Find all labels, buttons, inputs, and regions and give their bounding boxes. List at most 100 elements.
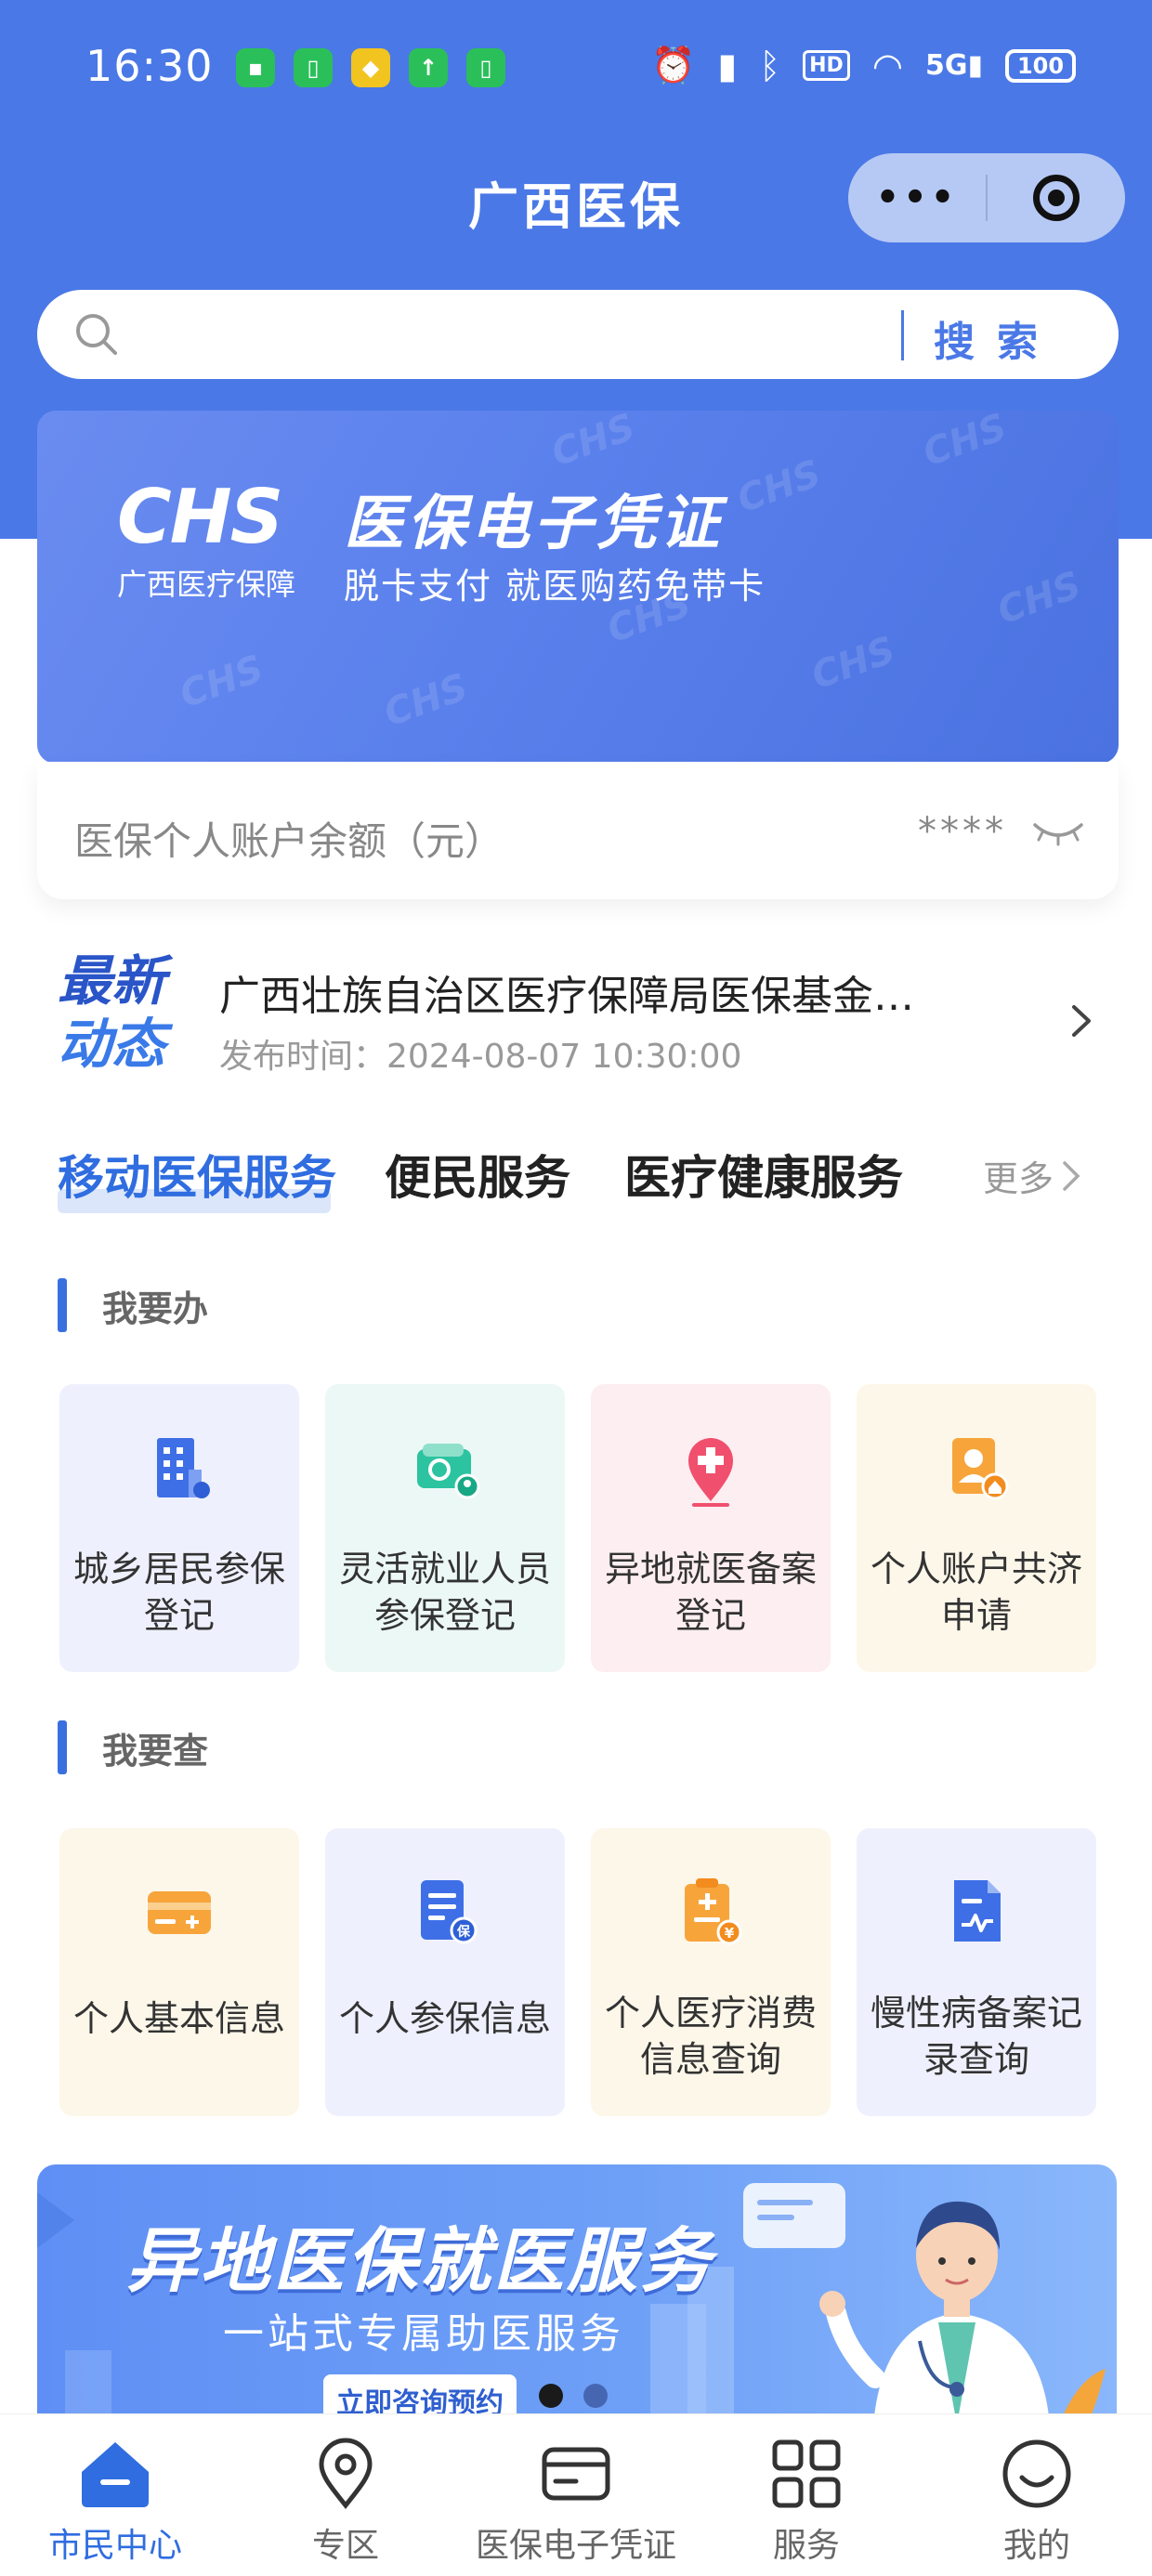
svg-text:CHS: CHS (806, 629, 901, 699)
ehs-subtitle: 脱卡支付 就医购药免带卡 (344, 566, 766, 607)
nav-services[interactable]: 服务 (691, 2435, 922, 2567)
balance-label: 医保个人账户余额（元） (74, 818, 504, 864)
search-divider (901, 310, 904, 360)
card-remote-medical-filing[interactable]: 异地就医备案登记 (591, 1384, 831, 1672)
search-button[interactable]: 搜索 (934, 308, 1060, 368)
card-chronic-disease-query[interactable]: 慢性病备案记录查询 (857, 1828, 1096, 2116)
svg-text:CHS: CHS (546, 411, 641, 475)
svg-text:CHS: CHS (175, 647, 269, 717)
eye-closed-icon[interactable] (1031, 817, 1085, 847)
card-label: 城乡居民参保登记 (72, 1549, 285, 1636)
card-label: 个人基本信息 (72, 1998, 285, 2039)
upload-icon: ↑ (409, 48, 448, 87)
query-card-row: 个人基本信息 保 个人参保信息 ¥ 个人医疗消费信息查询 慢性病备案记录查询 (59, 1828, 1096, 2116)
nav-citizen-center[interactable]: 市民中心 (0, 2435, 230, 2567)
target-icon (1033, 175, 1080, 221)
section-marker (58, 1720, 67, 1774)
balance-card: 医保个人账户余额（元） **** (37, 762, 1119, 899)
building-icon (157, 1438, 210, 1498)
card-icon (148, 1891, 211, 1934)
battery-app-icon: ▯ (466, 48, 505, 87)
svg-text:¥: ¥ (725, 1925, 735, 1942)
wifi-icon: ◠ (871, 45, 903, 86)
medical-pin-icon (688, 1438, 733, 1507)
notification-icons: ▪ ▯ ◆ ↑ ▯ (236, 48, 505, 87)
news-time: 发布时间：2024-08-07 10:30:00 (219, 1038, 742, 1076)
card-basic-info[interactable]: 个人基本信息 (59, 1828, 299, 2116)
insurance-doc-icon: 保 (421, 1880, 478, 1944)
news-title[interactable]: 广西壮族自治区医疗保障局医保基金… (219, 962, 944, 1022)
tab-convenience-service[interactable]: 便民服务 (385, 1141, 570, 1208)
card-label: 个人账户共济申请 (870, 1549, 1082, 1636)
chs-logo: CHS (117, 474, 283, 560)
card-insurance-info[interactable]: 保 个人参保信息 (325, 1828, 565, 2116)
bottom-navigation: 市民中心 专区 医保电子凭证 服务 我的 (0, 2413, 1152, 2576)
card-label: 个人医疗消费信息查询 (604, 1993, 817, 2080)
card-label: 个人参保信息 (338, 1998, 551, 2039)
medical-e-voucher-banner[interactable]: CHS CHS CHS CHS CHS CHS CHS CHS CHS 医保电子… (37, 411, 1119, 764)
tab-mobile-medical-service[interactable]: 移动医保服务 (58, 1141, 336, 1208)
promo-title: 异地医保就医服务 (126, 2219, 713, 2302)
grid-icon (772, 2439, 841, 2508)
battery-app-icon: ▯ (294, 48, 333, 87)
battery-icon: 100 (1005, 48, 1076, 83)
account-share-icon (952, 1438, 1009, 1500)
section-title: 我要查 (102, 1730, 209, 1772)
section-marker (58, 1278, 67, 1332)
svg-text:CHS: CHS (992, 564, 1087, 634)
wallet-icon (417, 1444, 480, 1499)
svg-text:保: 保 (456, 1924, 471, 1940)
carousel-indicator (539, 2384, 608, 2408)
chevron-right-icon (1063, 1160, 1080, 1191)
doctor-illustration (819, 2201, 1106, 2425)
card-rural-urban-enroll[interactable]: 城乡居民参保登记 (59, 1384, 299, 1672)
card-label: 异地就医备案登记 (604, 1549, 817, 1636)
nav-zone[interactable]: 专区 (230, 2435, 461, 2567)
location-pin-icon (319, 2438, 373, 2510)
message-icon: ▪ (236, 48, 275, 87)
nav-e-voucher[interactable]: 医保电子凭证 (461, 2435, 691, 2567)
search-input[interactable] (139, 307, 905, 364)
card-medical-consumption-query[interactable]: ¥ 个人医疗消费信息查询 (591, 1828, 831, 2116)
promo-subtitle: 一站式专属助医服务 (223, 2310, 624, 2358)
tab-health-service[interactable]: 医疗健康服务 (624, 1141, 903, 1208)
do-card-row: 城乡居民参保登记 灵活就业人员参保登记 异地就医备案登记 个人账户共济申请 (59, 1384, 1096, 1672)
svg-text:CHS: CHS (732, 452, 827, 522)
news-logo: 最新 动态 (58, 949, 166, 1076)
status-time: 16:30 (85, 41, 214, 91)
card-icon (542, 2447, 610, 2501)
service-tabs: 移动医保服务 便民服务 医疗健康服务 更多 (58, 1141, 1117, 1224)
status-bar: 16:30 ▪ ▯ ◆ ↑ ▯ ⏰ ▮ ᛒ HD ◠ 5G▮ 100 (0, 0, 1152, 139)
signal-icon: 5G▮ (924, 49, 983, 82)
close-mini-program-button[interactable] (988, 175, 1125, 221)
vibrate-icon: ▮ (717, 45, 738, 86)
system-icons: ⏰ ▮ ᛒ HD ◠ 5G▮ 100 (651, 45, 1076, 86)
card-account-sharing-apply[interactable]: 个人账户共济申请 (857, 1384, 1096, 1672)
carousel-dot-active (539, 2384, 563, 2408)
hd-icon: HD (803, 50, 850, 81)
card-label: 慢性病备案记录查询 (870, 1993, 1082, 2080)
svg-text:CHS: CHS (918, 411, 1013, 475)
bill-icon: ¥ (685, 1878, 742, 1945)
section-title: 我要办 (102, 1288, 209, 1329)
ehs-title: 医保电子凭证 (344, 490, 723, 558)
smile-icon (1002, 2439, 1071, 2508)
chevron-right-icon[interactable] (1067, 1001, 1096, 1040)
balance-value: **** (918, 810, 1007, 853)
more-menu-button[interactable]: ••• (848, 177, 986, 219)
section-header-query: 我要查 (58, 1720, 208, 1774)
svg-text:CHS: CHS (379, 666, 474, 736)
card-label: 灵活就业人员参保登记 (338, 1549, 551, 1636)
search-icon (76, 314, 117, 355)
mini-program-capsule: ••• (848, 153, 1125, 242)
ehs-org: 广西医疗保障 (117, 567, 296, 602)
section-header-do: 我要办 (58, 1278, 208, 1332)
remote-medical-promo-banner[interactable]: 异地医保就医服务 一站式专属助医服务 立即咨询预约 (37, 2164, 1117, 2425)
home-icon (82, 2442, 149, 2507)
app-icon: ◆ (351, 48, 390, 87)
alarm-icon: ⏰ (651, 45, 696, 85)
nav-mine[interactable]: 我的 (922, 2435, 1152, 2567)
card-flexible-employment-enroll[interactable]: 灵活就业人员参保登记 (325, 1384, 565, 1672)
tabs-more-button[interactable]: 更多 (983, 1150, 1081, 1201)
bluetooth-icon: ᛒ (759, 45, 781, 86)
